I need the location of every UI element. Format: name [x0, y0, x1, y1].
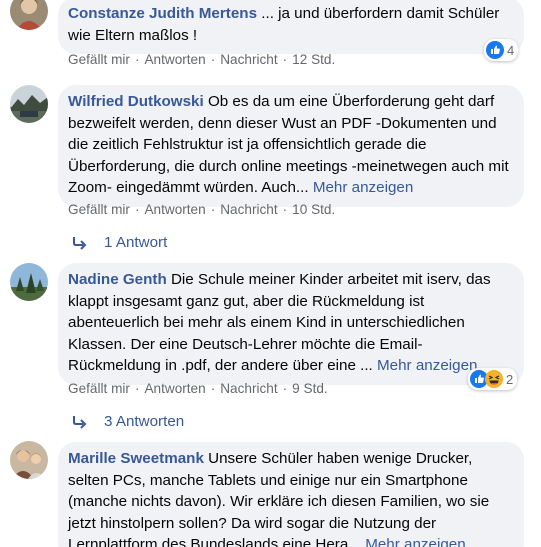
reply-button[interactable]: Antworten	[144, 202, 205, 217]
message-button[interactable]: Nachricht	[220, 381, 277, 396]
view-replies-link[interactable]: 1 Antwort	[72, 234, 167, 251]
timestamp[interactable]: 12 Std.	[292, 52, 335, 67]
comment-author[interactable]: Nadine Genth	[68, 271, 167, 288]
like-button[interactable]: Gefällt mir	[68, 381, 130, 396]
reply-arrow-icon	[73, 236, 87, 250]
reaction-count: 2	[506, 371, 514, 387]
message-button[interactable]: Nachricht	[220, 52, 277, 67]
reply-button[interactable]: Antworten	[144, 52, 205, 67]
like-icon	[486, 41, 504, 59]
avatar[interactable]	[10, 441, 48, 479]
comment-actions: Gefällt mir · Antworten · Nachricht · 10 Std.	[68, 202, 336, 217]
view-replies-link[interactable]: 3 Antworten	[72, 413, 184, 430]
comment-author[interactable]: Wilfried Dutkowski	[68, 93, 204, 110]
reaction-count: 4	[507, 42, 515, 58]
like-button[interactable]: Gefällt mir	[68, 202, 130, 217]
replies-count: 1 Antwort	[104, 234, 168, 251]
replies-count: 3 Antworten	[104, 413, 185, 430]
comment-actions: Gefällt mir · Antworten · Nachricht · 9 Std.	[68, 381, 328, 396]
comment-author[interactable]: Constanze Judith Mertens	[68, 5, 257, 22]
reaction-summary[interactable]: 4	[484, 39, 519, 61]
timestamp[interactable]: 9 Std.	[292, 381, 328, 396]
comment-author[interactable]: Marille Sweetmank	[68, 450, 204, 467]
comment-bubble: Constanze Judith Mertens ... ja und über…	[58, 0, 524, 54]
see-more-link[interactable]: Mehr anzeigen	[313, 179, 413, 196]
comment-bubble: Wilfried Dutkowski Ob es da um eine Über…	[58, 85, 524, 207]
comment-actions: Gefällt mir · Antworten · Nachricht · 12 Std.	[68, 52, 336, 67]
comment-bubble: Nadine Genth Die Schule meiner Kinder ar…	[58, 263, 524, 385]
haha-icon	[485, 370, 503, 388]
see-more-link[interactable]: Mehr anzeigen	[365, 536, 465, 547]
timestamp[interactable]: 10 Std.	[292, 202, 335, 217]
avatar[interactable]	[10, 85, 48, 123]
message-button[interactable]: Nachricht	[220, 202, 277, 217]
avatar[interactable]	[10, 263, 48, 301]
reaction-summary[interactable]: 2	[468, 368, 518, 390]
see-more-link[interactable]: Mehr anzeigen	[377, 357, 477, 374]
avatar[interactable]	[10, 0, 48, 30]
reply-button[interactable]: Antworten	[144, 381, 205, 396]
comment-bubble: Marille Sweetmank Unsere Schüler haben w…	[58, 442, 524, 547]
reply-arrow-icon	[73, 415, 87, 429]
like-button[interactable]: Gefällt mir	[68, 52, 130, 67]
